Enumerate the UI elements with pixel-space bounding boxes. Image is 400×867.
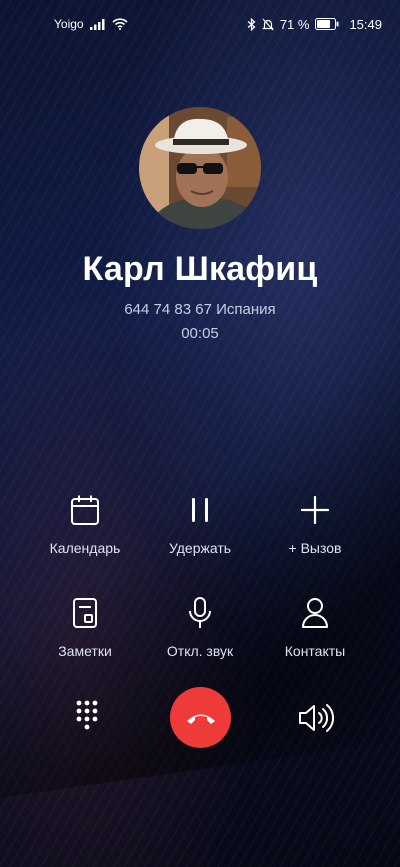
notes-button[interactable]: Заметки	[25, 593, 145, 659]
speaker-button[interactable]	[296, 702, 334, 734]
mute-label: Откл. звук	[166, 643, 234, 659]
carrier-name: Yoigo	[54, 17, 84, 31]
add-call-button[interactable]: + Вызов	[255, 490, 375, 556]
wifi-icon	[112, 18, 128, 30]
clock-time: 15:49	[349, 16, 382, 32]
calendar-icon	[71, 495, 99, 525]
status-bar-right: 71 % 15:49	[247, 17, 382, 32]
caller-number: 644 74 83 67 Испания	[124, 301, 276, 318]
end-call-button[interactable]	[170, 687, 231, 748]
bell-off-icon	[261, 18, 274, 30]
dialpad-button[interactable]	[70, 698, 104, 736]
notes-icon	[73, 598, 97, 628]
pause-icon	[192, 498, 208, 522]
person-icon	[302, 598, 328, 628]
calendar-label: Календарь	[49, 540, 121, 556]
caller-name: Карл Шкафиц	[82, 250, 318, 288]
plus-icon	[300, 495, 330, 525]
battery-icon	[315, 18, 339, 30]
status-bar: Yoigo 71 % 15:49	[0, 0, 400, 48]
speaker-icon	[299, 704, 334, 732]
contacts-label: Контакты	[284, 643, 346, 659]
hold-button[interactable]: Удержать	[140, 490, 260, 556]
calendar-button[interactable]: Календарь	[25, 490, 145, 556]
phone-hangup-icon	[186, 714, 215, 724]
caller-avatar	[139, 107, 261, 229]
hold-label: Удержать	[168, 540, 232, 556]
battery-percent: 71 %	[279, 16, 310, 32]
signal-icon	[89, 19, 105, 30]
mute-button[interactable]: Откл. звук	[140, 593, 260, 659]
add-call-label: + Вызов	[288, 540, 342, 556]
dialpad-icon	[76, 700, 98, 730]
microphone-icon	[189, 597, 211, 628]
contacts-button[interactable]: Контакты	[255, 593, 375, 659]
notes-label: Заметки	[58, 643, 112, 659]
call-timer: 00:05	[181, 325, 219, 342]
status-bar-left: Yoigo	[54, 17, 128, 31]
caller-photo	[139, 107, 261, 229]
bluetooth-icon	[247, 17, 256, 31]
